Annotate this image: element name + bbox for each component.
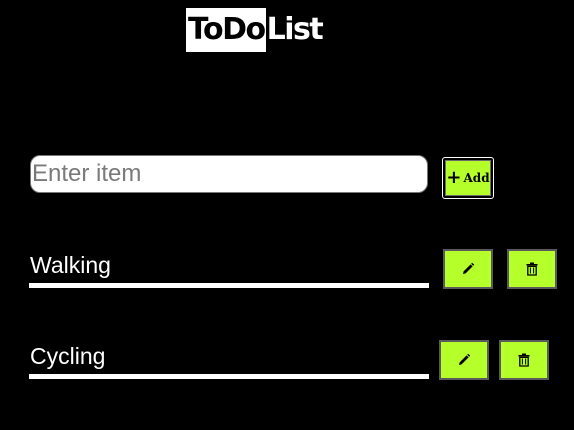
todo-item-underline: [29, 374, 429, 379]
todo-item-text: Walking: [30, 252, 111, 278]
pencil-icon: [459, 353, 471, 365]
trash-icon: [518, 353, 530, 367]
item-input[interactable]: [30, 155, 428, 193]
plus-icon: +: [446, 167, 462, 188]
title-highlight: ToDo: [186, 8, 266, 52]
edit-button[interactable]: [443, 249, 493, 289]
delete-button[interactable]: [499, 340, 549, 380]
trash-icon: [526, 262, 538, 276]
delete-button[interactable]: [507, 249, 557, 289]
pencil-icon: [463, 262, 475, 274]
title-rest: List: [266, 12, 324, 47]
add-button-face[interactable]: + Add: [445, 160, 491, 196]
todo-item-underline: [29, 283, 429, 288]
page-title: ToDo List: [186, 8, 324, 52]
add-button[interactable]: + Add: [442, 157, 494, 199]
todo-item-text: Cycling: [30, 343, 106, 369]
add-button-label: Add: [463, 171, 490, 185]
edit-button[interactable]: [439, 340, 489, 380]
